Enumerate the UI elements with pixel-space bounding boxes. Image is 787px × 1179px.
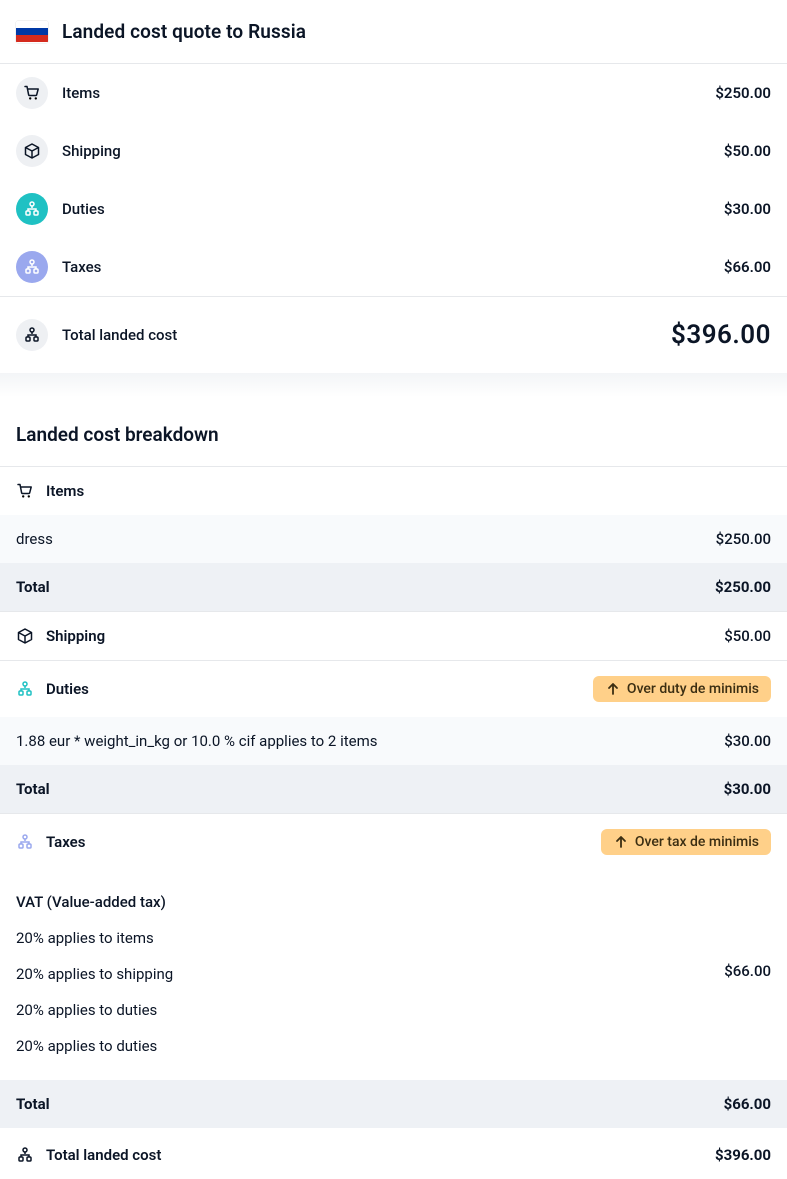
vat-line: 20% applies to duties bbox=[16, 1028, 173, 1064]
summary-taxes-label: Taxes bbox=[62, 258, 101, 276]
breakdown-taxes-total-amount: $66.00 bbox=[724, 1095, 771, 1113]
duties-icon bbox=[16, 680, 34, 698]
breakdown-items-total: Total $250.00 bbox=[0, 563, 787, 611]
breakdown-taxes-label: Taxes bbox=[46, 833, 85, 851]
breakdown-duties-header: Duties Over duty de minimis bbox=[0, 660, 787, 717]
breakdown-shipping-header: Shipping $50.00 bbox=[0, 611, 787, 660]
summary-duties-amount: $30.00 bbox=[724, 200, 771, 218]
page-title: Landed cost quote to Russia bbox=[62, 20, 306, 43]
breakdown-items-header: Items bbox=[0, 466, 787, 515]
breakdown-items-total-amount: $250.00 bbox=[715, 578, 771, 596]
vat-line: 20% applies to shipping bbox=[16, 956, 173, 992]
cart-icon bbox=[16, 77, 48, 109]
box-icon bbox=[16, 627, 34, 645]
summary-row-items: Items $250.00 bbox=[0, 64, 787, 122]
duty-badge-text: Over duty de minimis bbox=[627, 681, 759, 697]
breakdown-duties-label: Duties bbox=[46, 680, 89, 698]
summary-shipping-label: Shipping bbox=[62, 142, 121, 160]
duty-deminimis-badge: Over duty de minimis bbox=[593, 676, 771, 702]
breakdown-duties-line-text: 1.88 eur * weight_in_kg or 10.0 % cif ap… bbox=[16, 732, 377, 750]
breakdown-duties-line: 1.88 eur * weight_in_kg or 10.0 % cif ap… bbox=[0, 717, 787, 765]
russia-flag-icon bbox=[16, 21, 48, 43]
breakdown-duties-total-amount: $30.00 bbox=[724, 780, 771, 798]
breakdown-grand-total: Total landed cost $396.00 bbox=[0, 1128, 787, 1179]
taxes-icon bbox=[16, 251, 48, 283]
breakdown-items-total-label: Total bbox=[16, 578, 50, 596]
taxes-icon bbox=[16, 833, 34, 851]
breakdown-duties-line-amount: $30.00 bbox=[724, 732, 771, 750]
summary-total-label: Total landed cost bbox=[62, 326, 177, 344]
summary-card: Items $250.00 Shipping $50.00 Duties $30… bbox=[0, 63, 787, 373]
vat-line: 20% applies to duties bbox=[16, 992, 173, 1028]
total-icon bbox=[16, 319, 48, 351]
breakdown-grand-total-amount: $396.00 bbox=[715, 1146, 771, 1164]
breakdown-shipping-label: Shipping bbox=[46, 627, 105, 645]
tax-badge-text: Over tax de minimis bbox=[635, 834, 759, 850]
arrow-up-icon bbox=[613, 834, 629, 850]
breakdown-title: Landed cost breakdown bbox=[0, 397, 787, 466]
breakdown-taxes-total-label: Total bbox=[16, 1095, 50, 1113]
summary-shipping-amount: $50.00 bbox=[724, 142, 771, 160]
summary-row-duties: Duties $30.00 bbox=[0, 180, 787, 238]
breakdown-taxes-detail: VAT (Value-added tax) 20% applies to ite… bbox=[0, 870, 787, 1080]
breakdown-duties-total-label: Total bbox=[16, 780, 50, 798]
breakdown-taxes-amount: $66.00 bbox=[724, 959, 771, 983]
summary-row-taxes: Taxes $66.00 bbox=[0, 238, 787, 296]
summary-row-shipping: Shipping $50.00 bbox=[0, 122, 787, 180]
total-icon bbox=[16, 1146, 34, 1164]
breakdown-duties-total: Total $30.00 bbox=[0, 765, 787, 813]
duties-icon bbox=[16, 193, 48, 225]
tax-deminimis-badge: Over tax de minimis bbox=[601, 829, 771, 855]
breakdown-items-line: dress $250.00 bbox=[0, 515, 787, 563]
summary-items-amount: $250.00 bbox=[715, 84, 771, 102]
breakdown-grand-total-label: Total landed cost bbox=[46, 1146, 161, 1164]
summary-taxes-amount: $66.00 bbox=[724, 258, 771, 276]
breakdown-items-label: Items bbox=[46, 482, 84, 500]
quote-header: Landed cost quote to Russia bbox=[0, 0, 787, 63]
vat-heading: VAT (Value-added tax) bbox=[16, 878, 173, 920]
vat-line: 20% applies to items bbox=[16, 920, 173, 956]
breakdown-shipping-amount: $50.00 bbox=[724, 627, 771, 645]
summary-items-label: Items bbox=[62, 84, 100, 102]
summary-duties-label: Duties bbox=[62, 200, 105, 218]
cart-icon bbox=[16, 482, 34, 500]
section-spacer bbox=[0, 373, 787, 397]
breakdown-taxes-total: Total $66.00 bbox=[0, 1080, 787, 1128]
box-icon bbox=[16, 135, 48, 167]
breakdown-item-name: dress bbox=[16, 530, 53, 548]
arrow-up-icon bbox=[605, 681, 621, 697]
summary-total-amount: $396.00 bbox=[671, 320, 771, 350]
breakdown-taxes-header: Taxes Over tax de minimis bbox=[0, 813, 787, 870]
breakdown-item-amount: $250.00 bbox=[716, 530, 771, 548]
summary-total-row: Total landed cost $396.00 bbox=[0, 296, 787, 373]
